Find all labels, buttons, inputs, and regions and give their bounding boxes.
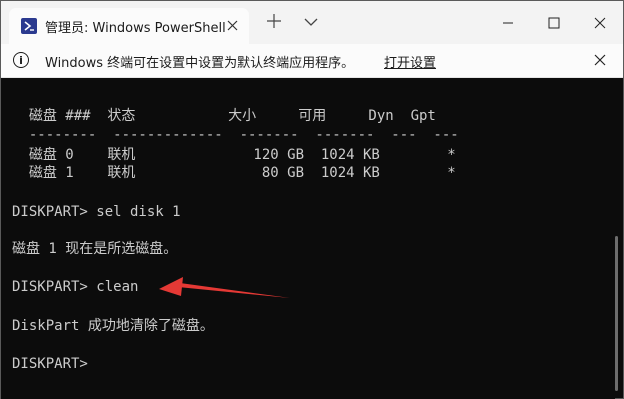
scrollbar[interactable] (615, 236, 618, 391)
info-bar: i Windows 终端可在设置中设置为默认终端应用程序。 打开设置 (1, 44, 623, 78)
prompt-line: DISKPART> (12, 356, 88, 372)
info-icon: i (13, 52, 29, 68)
chevron-down-icon[interactable] (301, 12, 321, 32)
open-settings-link[interactable]: 打开设置 (384, 52, 436, 71)
close-icon[interactable] (577, 1, 623, 44)
new-tab-icon[interactable] (264, 12, 284, 32)
output-line: DiskPart 成功地清除了磁盘。 (12, 318, 214, 334)
table-row: 磁盘 0 联机 120 GB 1024 KB * (12, 147, 456, 163)
tab-close-icon[interactable] (225, 18, 239, 32)
terminal-output[interactable]: 磁盘 ### 状态 大小 可用 Dyn Gpt -------- -------… (1, 79, 615, 399)
powershell-icon (21, 18, 37, 34)
output-line: 磁盘 1 现在是所选磁盘。 (12, 241, 178, 257)
title-bar: 管理员: Windows PowerShell (1, 1, 623, 44)
info-message: Windows 终端可在设置中设置为默认终端应用程序。 (45, 56, 355, 71)
table-separator: -------- ------------- ------- ------- -… (12, 127, 459, 143)
tab-powershell[interactable]: 管理员: Windows PowerShell (9, 8, 249, 44)
minimize-icon[interactable] (485, 1, 531, 44)
maximize-icon[interactable] (531, 1, 577, 44)
command-line: DISKPART> clean (12, 279, 139, 295)
table-row: 磁盘 1 联机 80 GB 1024 KB * (12, 165, 456, 181)
terminal-window: 管理员: Windows PowerShell i Windows 终端可在设置… (0, 0, 624, 399)
tab-title: 管理员: Windows PowerShell (45, 20, 226, 36)
info-close-icon[interactable] (591, 51, 609, 69)
table-header: 磁盘 ### 状态 大小 可用 Dyn Gpt (12, 108, 436, 124)
command-line: DISKPART> sel disk 1 (12, 204, 181, 220)
